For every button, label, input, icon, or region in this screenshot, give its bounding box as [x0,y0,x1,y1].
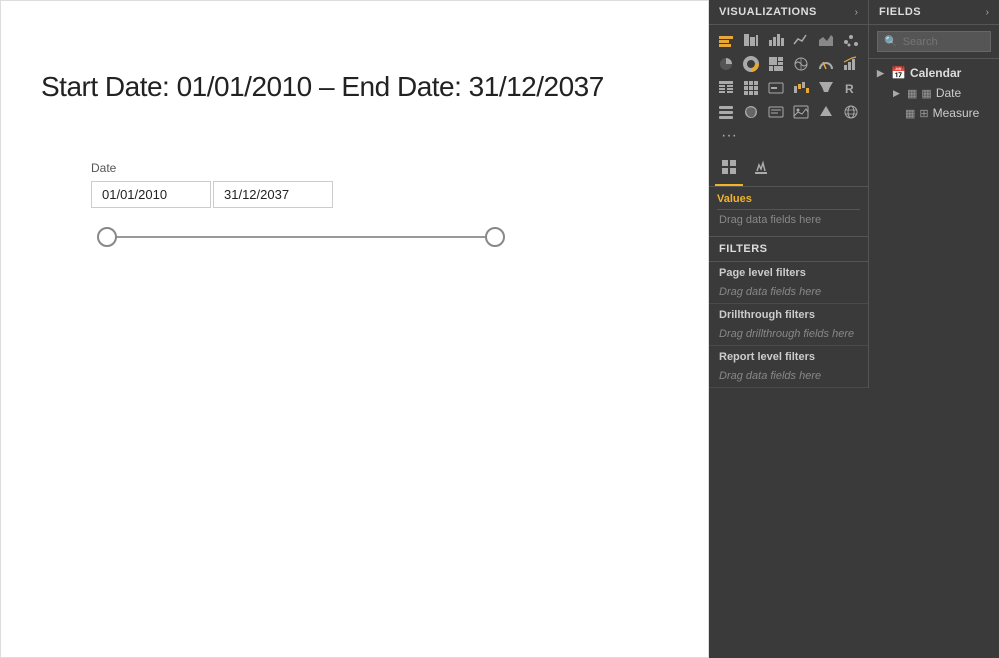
date-inputs-row: 01/01/2010 31/12/2037 [91,181,511,208]
slider-thumb-right[interactable] [485,227,505,247]
viz-panel-title: VISUALIZATIONS [719,6,817,18]
right-panel: VISUALIZATIONS › [709,0,999,658]
viz-icon-kpi[interactable] [840,53,862,75]
fields-search-box: 🔍 [869,25,999,59]
report-level-drop-zone[interactable]: Drag data fields here [709,365,868,388]
measure-tree-item[interactable]: ▦ ⊞ Measure [869,103,999,123]
measure-field-label: Measure [933,106,980,120]
viz-icon-map[interactable] [790,53,812,75]
viz-icon-table[interactable] [715,77,737,99]
viz-icon-image[interactable] [790,101,812,123]
fields-panel-header: FIELDS › [869,0,999,25]
viz-icon-donut[interactable] [740,53,762,75]
report-level-filters-label: Report level filters [709,346,868,365]
viz-format-tab[interactable] [747,155,775,186]
page-level-drop-zone[interactable]: Drag data fields here [709,281,868,304]
values-drop-zone[interactable]: Drag data fields here [717,209,860,230]
page-level-filters-label: Page level filters [709,262,868,281]
date-field-label: Date [91,161,511,175]
viz-panel-chevron[interactable]: › [855,7,858,18]
visualizations-panel: VISUALIZATIONS › [709,0,869,388]
end-date-input[interactable]: 31/12/2037 [213,181,333,208]
viz-icon-waterfall[interactable] [790,77,812,99]
search-icon: 🔍 [884,35,898,48]
date-field-label: Date [936,86,961,100]
date-expand-arrow: ▶ [893,88,903,99]
filters-section-header: FILTERS [709,237,868,262]
panel-headers-row: VISUALIZATIONS › [709,0,999,388]
viz-icon-card[interactable] [765,77,787,99]
viz-icon-scatter[interactable] [840,29,862,51]
viz-row-1 [715,29,862,51]
report-canvas: Start Date: 01/01/2010 – End Date: 31/12… [0,0,709,658]
viz-row-4 [715,101,862,123]
measure-field-icon: ⊞ [919,107,928,120]
fields-panel: FIELDS › 🔍 ▶ 📅 Calendar ▶ ▦ ▦ [869,0,999,388]
viz-icon-clustered-bar[interactable] [740,29,762,51]
drillthrough-drop-zone[interactable]: Drag drillthrough fields here [709,323,868,346]
calendar-icon: 📅 [891,66,906,80]
viz-more-row: ··· [715,125,862,147]
viz-icon-matrix[interactable] [740,77,762,99]
fields-panel-chevron[interactable]: › [986,7,989,18]
date-tree-item[interactable]: ▶ ▦ ▦ Date [869,83,999,103]
fields-search-input[interactable] [903,36,984,48]
report-date-range-title: Start Date: 01/01/2010 – End Date: 31/12… [41,71,604,103]
viz-icon-filled-map[interactable] [740,101,762,123]
values-section: Values Drag data fields here [709,187,868,237]
calendar-label: Calendar [910,66,961,80]
format-tab-icon [753,162,769,178]
viz-format-tabs [709,151,868,187]
viz-icon-r-visual[interactable]: R [840,77,862,99]
values-section-label: Values [717,193,860,205]
viz-panel-header: VISUALIZATIONS › [709,0,868,25]
calendar-collapse-arrow: ▶ [877,68,887,79]
date-range-widget: Date 01/01/2010 31/12/2037 [91,161,511,252]
viz-icon-globe[interactable] [840,101,862,123]
viz-icons-grid: R [709,25,868,151]
viz-fields-tab[interactable] [715,155,743,186]
slider-thumb-left[interactable] [97,227,117,247]
date-field-icon: ▦ [921,87,931,100]
fields-tab-icon [721,162,737,178]
viz-more-button[interactable]: ··· [715,125,743,147]
viz-icon-pie[interactable] [715,53,737,75]
viz-icon-textbox[interactable] [765,101,787,123]
viz-icon-funnel[interactable] [815,77,837,99]
viz-icon-gauge[interactable] [815,53,837,75]
viz-row-2 [715,53,862,75]
calendar-tree-group[interactable]: ▶ 📅 Calendar [869,63,999,83]
fields-panel-title: FIELDS [879,6,921,18]
viz-row-3: R [715,77,862,99]
filters-title: FILTERS [719,243,858,255]
search-box-container[interactable]: 🔍 [877,31,991,52]
date-range-slider[interactable] [91,222,511,252]
viz-icon-stacked-bar[interactable] [715,29,737,51]
slider-track [107,236,495,238]
viz-icon-bar-chart[interactable] [765,29,787,51]
date-table-icon: ▦ [907,87,917,100]
viz-icon-area-chart[interactable] [815,29,837,51]
viz-icon-line-chart[interactable] [790,29,812,51]
fields-tree: ▶ 📅 Calendar ▶ ▦ ▦ Date ▦ ⊞ Measure [869,59,999,127]
filters-section: Page level filters Drag data fields here… [709,262,868,388]
drillthrough-filters-label: Drillthrough filters [709,304,868,323]
viz-icon-treemap[interactable] [765,53,787,75]
svg-text:R: R [845,82,854,96]
viz-icon-slicer[interactable] [715,101,737,123]
start-date-input[interactable]: 01/01/2010 [91,181,211,208]
viz-icon-shape[interactable] [815,101,837,123]
measure-icon: ▦ [905,107,915,120]
